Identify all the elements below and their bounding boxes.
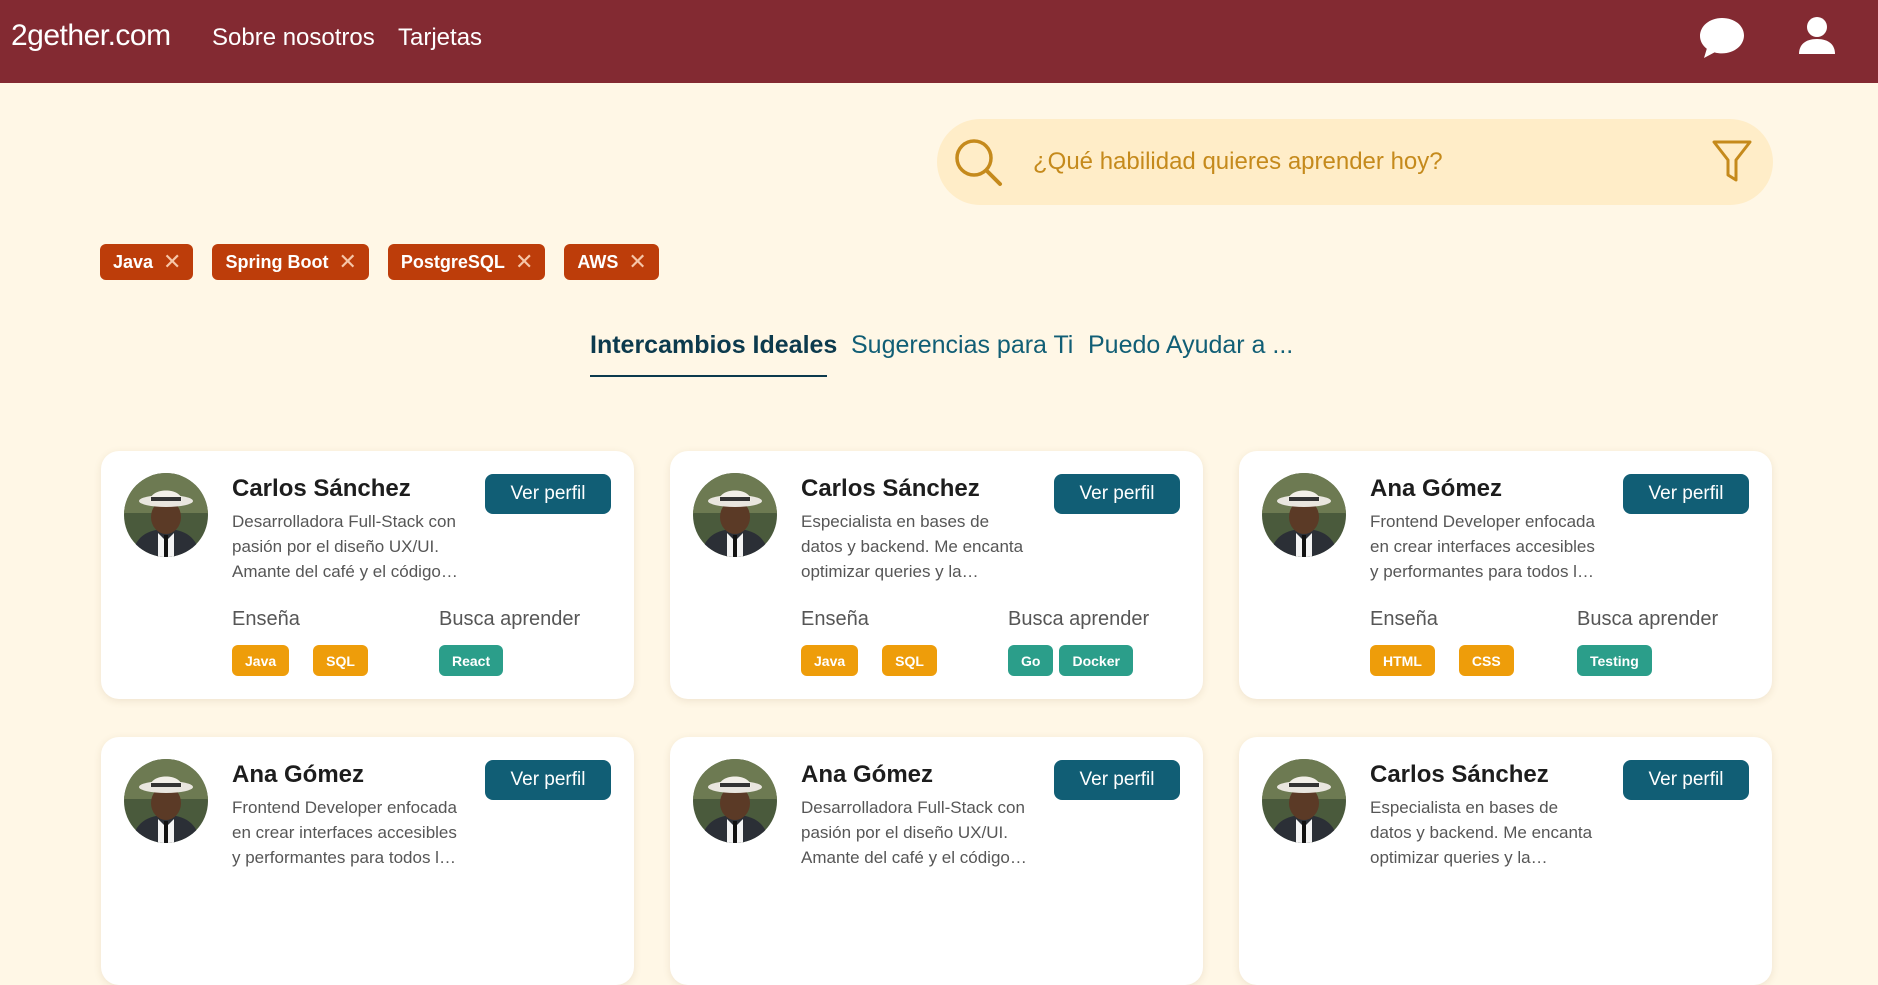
teach-tags: Java SQL bbox=[801, 645, 937, 676]
view-profile-button[interactable]: Ver perfil bbox=[485, 474, 611, 514]
search-input[interactable] bbox=[1033, 139, 1653, 185]
teach-skill-tag[interactable]: Java bbox=[801, 645, 859, 676]
chip-label: Java bbox=[113, 251, 154, 272]
profile-name: Ana Gómez bbox=[801, 761, 934, 788]
filter-chip: AWS ✕ bbox=[564, 244, 659, 280]
view-profile-button[interactable]: Ver perfil bbox=[1054, 474, 1180, 514]
teach-skill-tag[interactable]: CSS bbox=[1458, 645, 1514, 676]
learn-skill-tag[interactable]: Go bbox=[1008, 645, 1054, 676]
profile-card: Ana Gómez Desarrolladora Full-Stack con p… bbox=[670, 737, 1203, 985]
avatar[interactable] bbox=[124, 473, 208, 557]
view-profile-button[interactable]: Ver perfil bbox=[485, 760, 611, 800]
teaches-label: Enseña bbox=[232, 608, 300, 630]
profile-description: Desarrolladora Full-Stack con pasión por… bbox=[232, 512, 458, 581]
teach-skill-tag[interactable]: Java bbox=[232, 645, 290, 676]
profile-card: Ana Gómez Frontend Developer enfocada en … bbox=[1239, 451, 1772, 699]
remove-chip-icon[interactable]: ✕ bbox=[515, 251, 533, 273]
teach-skill-tag[interactable]: SQL bbox=[882, 645, 937, 676]
learn-tags: Go Docker bbox=[1008, 645, 1133, 676]
active-tab-indicator bbox=[590, 375, 827, 377]
tab-intercambios-ideales[interactable]: Intercambios Ideales bbox=[590, 331, 837, 360]
nav-link-sobre-nosotros[interactable]: Sobre nosotros bbox=[212, 24, 375, 52]
teach-skill-tag[interactable]: SQL bbox=[313, 645, 368, 676]
remove-chip-icon[interactable]: ✕ bbox=[628, 251, 646, 273]
teach-tags: Java SQL bbox=[232, 645, 368, 676]
profile-description: Frontend Developer enfocada en crear int… bbox=[232, 798, 457, 867]
chip-label: PostgreSQL bbox=[400, 251, 505, 272]
learn-skill-tag[interactable]: Testing bbox=[1577, 645, 1652, 676]
wants-to-learn-label: Busca aprender bbox=[1577, 608, 1719, 630]
profile-name: Carlos Sánchez bbox=[1370, 761, 1549, 788]
profile-description: Especialista en bases de datos y backend… bbox=[801, 512, 1024, 581]
selected-filter-chips: Java ✕ Spring Boot ✕ PostgreSQL ✕ AWS ✕ bbox=[100, 244, 659, 280]
learn-tags: React bbox=[439, 645, 504, 676]
avatar[interactable] bbox=[124, 759, 208, 843]
tab-puedo-ayudar[interactable]: Puedo Ayudar a ... bbox=[1088, 331, 1293, 360]
wants-to-learn-label: Busca aprender bbox=[439, 608, 581, 630]
filter-icon[interactable] bbox=[1711, 139, 1753, 188]
profile-name: Ana Gómez bbox=[232, 761, 365, 788]
search-icon[interactable] bbox=[953, 137, 1005, 194]
avatar[interactable] bbox=[1262, 759, 1346, 843]
learn-tags: Testing bbox=[1577, 645, 1652, 676]
nav-link-tarjetas[interactable]: Tarjetas bbox=[398, 24, 482, 52]
profile-description: Desarrolladora Full-Stack con pasión por… bbox=[801, 798, 1027, 867]
view-profile-button[interactable]: Ver perfil bbox=[1623, 760, 1749, 800]
profile-description: Frontend Developer enfocada en crear int… bbox=[1370, 512, 1595, 581]
profile-name: Ana Gómez bbox=[1370, 475, 1503, 502]
remove-chip-icon[interactable]: ✕ bbox=[338, 251, 356, 273]
teach-skill-tag[interactable]: HTML bbox=[1370, 645, 1435, 676]
profile-name: Carlos Sánchez bbox=[801, 475, 980, 502]
profile-description: Especialista en bases de datos y backend… bbox=[1370, 798, 1593, 867]
profile-card: Carlos Sánchez Especialista en bases de d… bbox=[670, 451, 1203, 699]
top-navbar: 2gether.com Sobre nosotros Tarjetas bbox=[0, 0, 1878, 83]
learn-skill-tag[interactable]: Docker bbox=[1059, 645, 1133, 676]
profile-card: Carlos Sánchez Desarrolladora Full-Stack … bbox=[101, 451, 634, 699]
learn-skill-tag[interactable]: React bbox=[439, 645, 504, 676]
filter-chip: Java ✕ bbox=[100, 244, 194, 280]
teaches-label: Enseña bbox=[1370, 608, 1438, 630]
chat-icon[interactable] bbox=[1698, 15, 1746, 66]
tab-sugerencias-para-ti[interactable]: Sugerencias para Ti bbox=[851, 331, 1073, 360]
avatar[interactable] bbox=[693, 473, 777, 557]
avatar[interactable] bbox=[693, 759, 777, 843]
profile-card: Carlos Sánchez Especialista en bases de d… bbox=[1239, 737, 1772, 985]
search-bar bbox=[937, 119, 1773, 205]
profile-name: Carlos Sánchez bbox=[232, 475, 411, 502]
filter-chip: PostgreSQL ✕ bbox=[387, 244, 546, 280]
profile-card: Ana Gómez Frontend Developer enfocada en … bbox=[101, 737, 634, 985]
view-profile-button[interactable]: Ver perfil bbox=[1054, 760, 1180, 800]
teaches-label: Enseña bbox=[801, 608, 869, 630]
chip-label: Spring Boot bbox=[225, 251, 329, 272]
view-profile-button[interactable]: Ver perfil bbox=[1623, 474, 1749, 514]
brand-logo[interactable]: 2gether.com bbox=[11, 19, 171, 53]
avatar[interactable] bbox=[1262, 473, 1346, 557]
chip-label: AWS bbox=[577, 251, 619, 272]
remove-chip-icon[interactable]: ✕ bbox=[163, 251, 181, 273]
teach-tags: HTML CSS bbox=[1370, 645, 1514, 676]
filter-chip: Spring Boot ✕ bbox=[212, 244, 369, 280]
user-icon[interactable] bbox=[1797, 16, 1837, 61]
wants-to-learn-label: Busca aprender bbox=[1008, 608, 1150, 630]
